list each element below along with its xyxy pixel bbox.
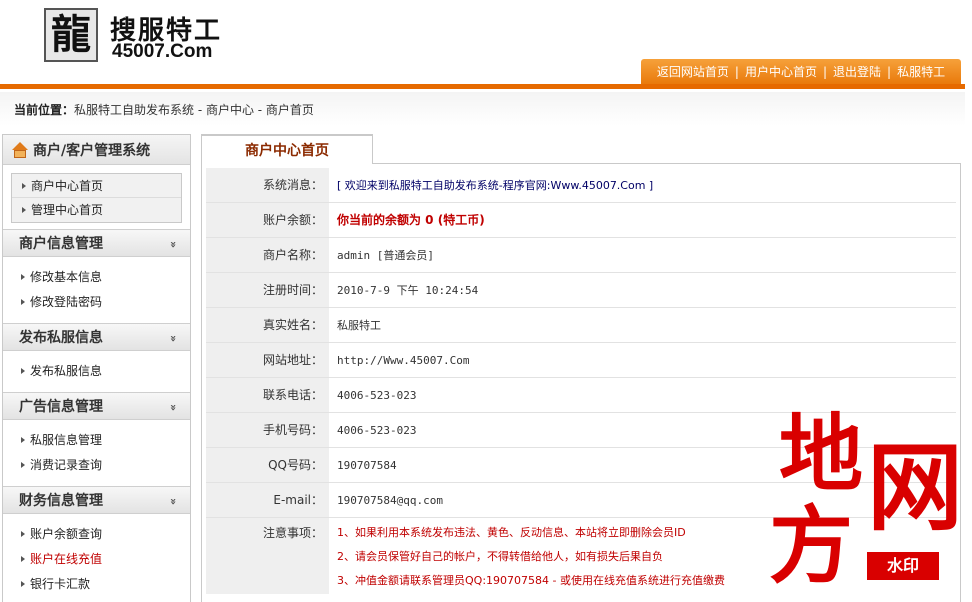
- home-icon: [11, 141, 29, 158]
- info-row-website: 网站地址： http://Www.45007.Com: [206, 343, 956, 378]
- site-logo[interactable]: 龍 搜服特工 45007.Com: [44, 8, 244, 64]
- double-chevron-down-icon: ››: [166, 403, 180, 409]
- sidebar-item-change-password[interactable]: 修改登陆密码: [21, 290, 190, 315]
- row-value: 2010-7-9 下午 10:24:54: [337, 284, 479, 297]
- bullet-icon: [22, 182, 26, 189]
- logo-emblem: 龍: [44, 8, 98, 62]
- row-value: 私服特工: [337, 319, 381, 332]
- nav-brand[interactable]: 私服特工: [897, 63, 945, 80]
- row-label: E-mail：: [206, 483, 329, 517]
- info-row-register-time: 注册时间： 2010-7-9 下午 10:24:54: [206, 273, 956, 308]
- main-content: 商户中心首页 系统消息： [ 欢迎来到私服特工自助发布系统-程序官网:Www.4…: [201, 134, 961, 602]
- row-label: 系统消息：: [206, 168, 329, 202]
- sidebar-section-finance[interactable]: 财务信息管理 ››: [3, 486, 190, 514]
- breadcrumb-label: 当前位置：: [14, 102, 75, 117]
- info-panel: 系统消息： [ 欢迎来到私服特工自助发布系统-程序官网:Www.45007.Co…: [201, 164, 961, 602]
- row-value: [ 欢迎来到私服特工自助发布系统-程序官网:Www.45007.Com ]: [337, 179, 654, 192]
- sidebar-item-bank-transfer[interactable]: 银行卡汇款: [21, 572, 190, 597]
- sidebar-item-spending-records[interactable]: 消费记录查询: [21, 453, 190, 478]
- info-row-merchant-name: 商户名称： admin [普通会员]: [206, 238, 956, 273]
- bullet-icon: [21, 273, 25, 280]
- nav-user-center[interactable]: 用户中心首页: [745, 63, 817, 80]
- logo-url: 45007.Com: [112, 41, 213, 62]
- sidebar-item-manage-servers[interactable]: 私服信息管理: [21, 428, 190, 453]
- row-value: http://Www.45007.Com: [337, 354, 470, 367]
- sidebar-section-body: 账户余额查询 账户在线充值 银行卡汇款: [3, 514, 190, 602]
- nav-separator: |: [822, 64, 828, 79]
- info-row-email: E-mail： 190707584@qq.com: [206, 483, 956, 518]
- note-item: 1、如果利用本系统发布违法、黄色、反动信息、本站将立即删除会员ID: [337, 526, 686, 539]
- row-label: 注意事项：: [206, 518, 329, 594]
- sidebar-section-publish[interactable]: 发布私服信息 ››: [3, 323, 190, 351]
- sidebar-item-publish[interactable]: 发布私服信息: [21, 359, 190, 384]
- header: 龍 搜服特工 45007.Com 返回网站首页 | 用户中心首页 | 退出登陆 …: [0, 0, 972, 90]
- double-chevron-down-icon: ››: [166, 240, 180, 246]
- sidebar-quick-links: 商户中心首页 管理中心首页: [11, 173, 182, 223]
- row-value: admin [普通会员]: [337, 249, 434, 262]
- row-value: 4006-523-023: [337, 389, 417, 402]
- tab-merchant-home[interactable]: 商户中心首页: [201, 134, 373, 164]
- row-label: 手机号码：: [206, 413, 329, 447]
- info-row-real-name: 真实姓名： 私服特工: [206, 308, 956, 343]
- row-label: 注册时间：: [206, 273, 329, 307]
- info-row-notes: 注意事项： 1、如果利用本系统发布违法、黄色、反动信息、本站将立即删除会员ID …: [206, 518, 956, 594]
- row-label: 网站地址：: [206, 343, 329, 377]
- sidebar-section-body: 发布私服信息: [3, 351, 190, 392]
- bullet-icon: [21, 530, 25, 537]
- sidebar: 商户/客户管理系统 商户中心首页 管理中心首页 商户信息管理 ›› 修改基本信息…: [2, 134, 191, 602]
- row-value: 190707584: [337, 459, 397, 472]
- double-chevron-down-icon: ››: [166, 334, 180, 340]
- note-item: 2、请会员保管好自己的帐户，不得转借给他人，如有损失后果自负: [337, 550, 663, 563]
- row-value: 你当前的余额为 0 (特工币): [337, 213, 485, 227]
- sidebar-item-merchant-home[interactable]: 商户中心首页: [12, 174, 181, 198]
- sidebar-item-balance[interactable]: 账户余额查询: [21, 522, 190, 547]
- nav-separator: |: [734, 64, 739, 79]
- top-nav: 返回网站首页 | 用户中心首页 | 退出登陆 | 私服特工: [641, 59, 961, 84]
- row-label: 账户余额：: [206, 203, 329, 237]
- row-value: 4006-523-023: [337, 424, 417, 437]
- nav-separator: |: [887, 64, 892, 79]
- breadcrumb: 当前位置： 私服特工自助发布系统 - 商户中心 - 商户首页: [0, 92, 965, 126]
- sidebar-item-admin-home[interactable]: 管理中心首页: [12, 198, 181, 222]
- nav-logout[interactable]: 退出登陆: [833, 63, 881, 80]
- sidebar-section-body: 私服信息管理 消费记录查询: [3, 420, 190, 486]
- bullet-icon: [21, 580, 25, 587]
- bullet-icon: [22, 206, 26, 213]
- header-divider: [0, 84, 965, 89]
- row-label: 联系电话：: [206, 378, 329, 412]
- row-label: QQ号码：: [206, 448, 329, 482]
- sidebar-title: 商户/客户管理系统: [33, 142, 151, 159]
- bullet-icon: [21, 555, 25, 562]
- sidebar-section-ads[interactable]: 广告信息管理 ››: [3, 392, 190, 420]
- info-row-mobile: 手机号码： 4006-523-023: [206, 413, 956, 448]
- sidebar-item-edit-info[interactable]: 修改基本信息: [21, 265, 190, 290]
- sidebar-header: 商户/客户管理系统: [3, 135, 190, 165]
- row-label: 商户名称：: [206, 238, 329, 272]
- row-label: 真实姓名：: [206, 308, 329, 342]
- bullet-icon: [21, 436, 25, 443]
- sidebar-section-merchant-info[interactable]: 商户信息管理 ››: [3, 229, 190, 257]
- info-row-balance: 账户余额： 你当前的余额为 0 (特工币): [206, 203, 956, 238]
- logo-glyph: 龍: [51, 11, 91, 58]
- info-row-system-message: 系统消息： [ 欢迎来到私服特工自助发布系统-程序官网:Www.45007.Co…: [206, 168, 956, 203]
- sidebar-section-body: 修改基本信息 修改登陆密码: [3, 257, 190, 323]
- breadcrumb-path: 私服特工自助发布系统 - 商户中心 - 商户首页: [74, 102, 314, 117]
- bullet-icon: [21, 367, 25, 374]
- note-item: 3、冲值金额请联系管理员QQ:190707584 - 或使用在线充值系统进行充值…: [337, 574, 725, 587]
- bullet-icon: [21, 461, 25, 468]
- sidebar-item-online-recharge[interactable]: 账户在线充值: [21, 547, 190, 572]
- row-value: 190707584@qq.com: [337, 494, 443, 507]
- info-row-phone: 联系电话： 4006-523-023: [206, 378, 956, 413]
- double-chevron-down-icon: ››: [166, 497, 180, 503]
- bullet-icon: [21, 298, 25, 305]
- notes-list: 1、如果利用本系统发布违法、黄色、反动信息、本站将立即删除会员ID 2、请会员保…: [329, 518, 956, 594]
- info-row-qq: QQ号码： 190707584: [206, 448, 956, 483]
- nav-back-to-site[interactable]: 返回网站首页: [657, 63, 729, 80]
